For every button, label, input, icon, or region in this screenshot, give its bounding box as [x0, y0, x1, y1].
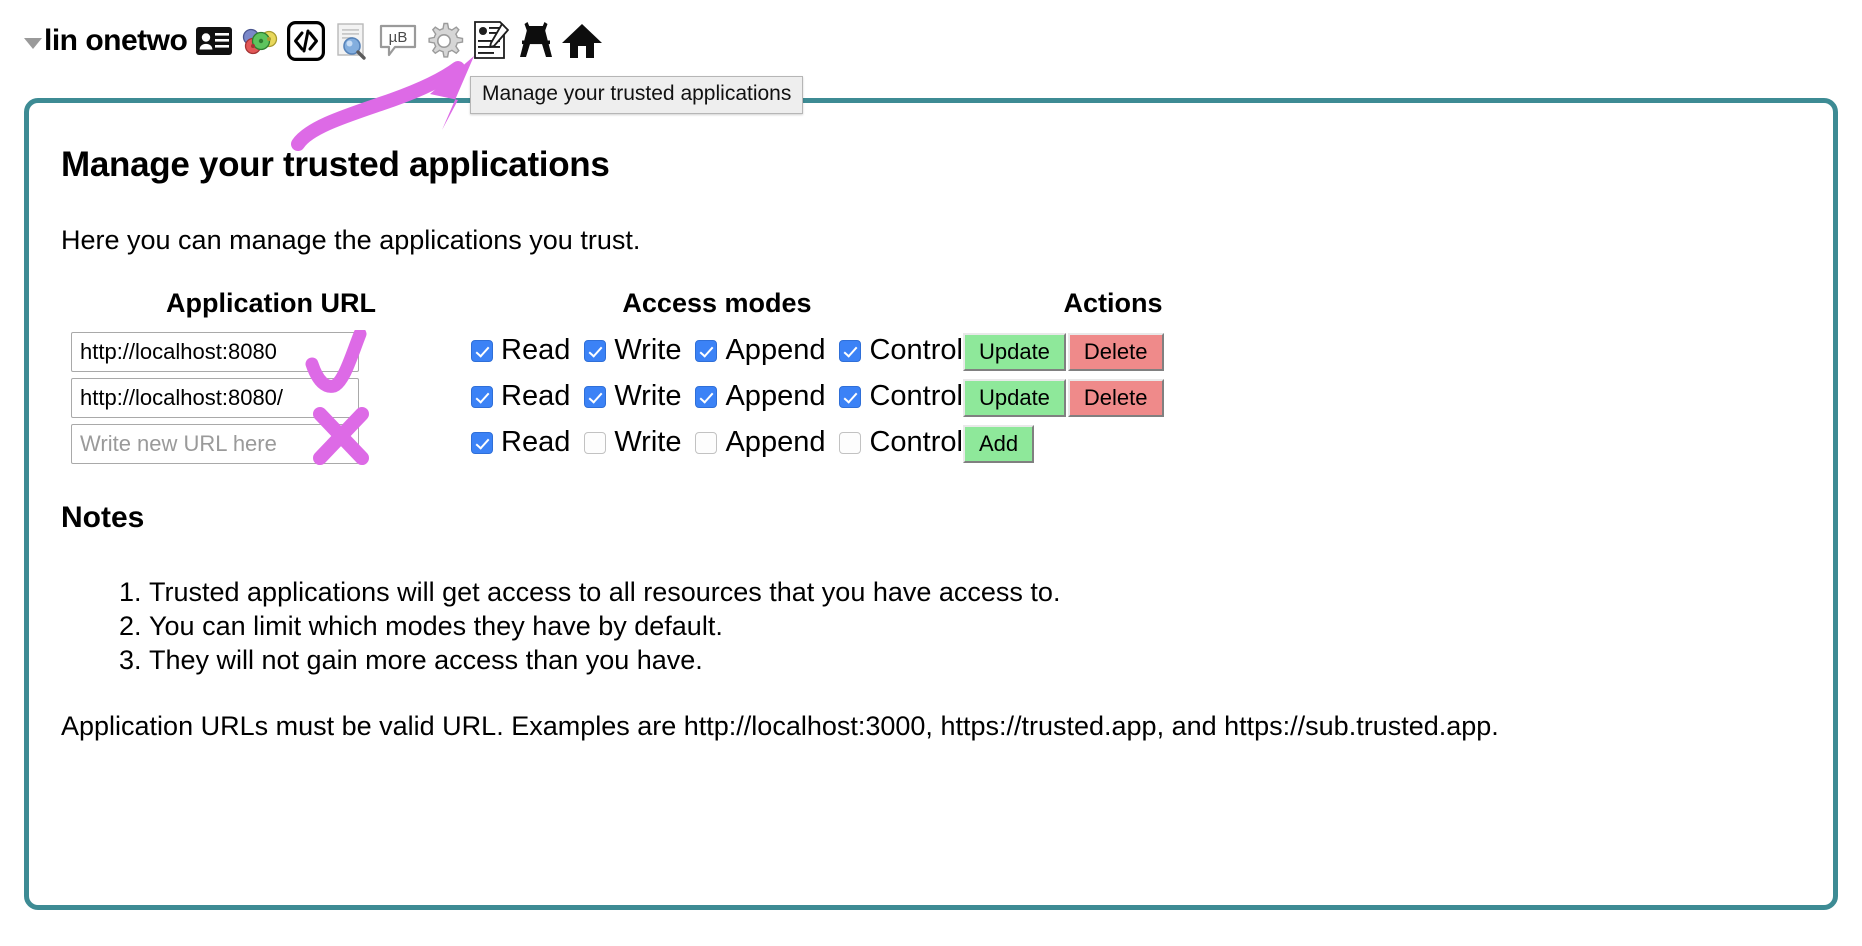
- checkbox-box-control-unchecked[interactable]: [839, 432, 862, 455]
- checkbox-read[interactable]: Read: [471, 333, 571, 366]
- cell-application-url: [71, 375, 471, 421]
- notes-list: Trusted applications will get access to …: [61, 577, 1803, 677]
- topbar: lin onetwo µB: [24, 10, 605, 72]
- header-application-url: Application URL: [166, 288, 376, 318]
- cell-application-url: [71, 421, 471, 467]
- checkbox-box-append-checked[interactable]: [695, 340, 718, 363]
- code-icon[interactable]: [283, 16, 329, 66]
- tooltip: Manage your trusted applications: [470, 76, 804, 114]
- checkbox-label: Read: [501, 333, 571, 366]
- add-button[interactable]: Add: [962, 424, 1035, 464]
- update-button[interactable]: Update: [962, 332, 1066, 372]
- cell-actions: Update Delete: [962, 329, 1263, 375]
- checkbox-label: Read: [501, 379, 571, 412]
- checkbox-label: Control: [869, 379, 963, 412]
- checkbox-box-append-unchecked[interactable]: [695, 432, 718, 455]
- checkbox-read[interactable]: Read: [471, 379, 571, 412]
- mb-chat-icon[interactable]: µB: [375, 16, 421, 66]
- intro-text: Here you can manage the applications you…: [61, 225, 641, 255]
- collapse-triangle-icon[interactable]: [24, 37, 42, 49]
- checkbox-write[interactable]: Write: [584, 379, 682, 412]
- checkbox-box-read-checked[interactable]: [471, 432, 493, 455]
- checkbox-read[interactable]: Read: [471, 425, 571, 458]
- table-row: Read Write Append ControlUpdateDelete: [71, 375, 1263, 421]
- cell-access-modes: Read Write Append Control: [471, 375, 963, 421]
- trusted-apps-icon[interactable]: [513, 16, 559, 66]
- document-search-icon[interactable]: [329, 16, 375, 66]
- cell-application-url: [71, 329, 471, 375]
- checkbox-box-append-checked[interactable]: [695, 386, 718, 409]
- url-input[interactable]: [71, 378, 359, 418]
- checkbox-label: Write: [614, 379, 682, 412]
- checkbox-label: Read: [501, 425, 571, 458]
- note-item: They will not gain more access than you …: [149, 645, 1803, 677]
- table-body: ReadWriteAppendControlUpdateDeleteReadWr…: [71, 329, 1263, 467]
- checkbox-box-read-checked[interactable]: [471, 386, 493, 409]
- checkbox-append[interactable]: Append: [695, 425, 826, 458]
- main-panel: Manage your trusted applications Here yo…: [24, 98, 1838, 910]
- delete-button[interactable]: Delete: [1067, 332, 1164, 372]
- checkbox-box-write-checked[interactable]: [584, 340, 607, 363]
- checkbox-label: Append: [725, 425, 826, 458]
- cell-access-modes: Read Write Append Control: [471, 421, 963, 467]
- contact-card-icon[interactable]: [191, 16, 237, 66]
- checkbox-box-control-checked[interactable]: [839, 386, 862, 409]
- table-row: Read Write Append ControlAdd: [71, 421, 1263, 467]
- checkbox-label: Append: [725, 379, 826, 412]
- notes-title: Notes: [61, 501, 145, 534]
- header-actions: Actions: [1063, 288, 1163, 318]
- notes-footnote: Application URLs must be valid URL. Exam…: [61, 710, 1499, 741]
- svg-text:µB: µB: [389, 29, 408, 46]
- checkbox-control[interactable]: Control: [839, 379, 963, 412]
- checkbox-label: Append: [725, 333, 826, 366]
- header-access-modes: Access modes: [622, 288, 812, 318]
- delete-button[interactable]: Delete: [1067, 378, 1164, 418]
- checkbox-label: Control: [869, 425, 963, 458]
- update-button[interactable]: Update: [962, 378, 1066, 418]
- table-header-row: Application URL Access modes Actions: [71, 288, 1263, 329]
- checkbox-box-write-unchecked[interactable]: [584, 432, 607, 455]
- checkbox-box-write-checked[interactable]: [584, 386, 607, 409]
- checkbox-control[interactable]: Control: [839, 333, 963, 366]
- checkbox-append[interactable]: Append: [695, 379, 826, 412]
- page-title: Manage your trusted applications: [61, 145, 610, 184]
- checkbox-label: Write: [614, 425, 682, 458]
- checkbox-label: Write: [614, 333, 682, 366]
- app-root: lin onetwo µB Manage your trusted applic…: [0, 0, 1862, 946]
- checkbox-box-control-checked[interactable]: [839, 340, 862, 363]
- url-input[interactable]: [71, 332, 359, 372]
- checkbox-box-read-checked[interactable]: [471, 340, 493, 363]
- color-palette-icon[interactable]: [237, 16, 283, 66]
- gear-icon[interactable]: [421, 16, 467, 66]
- new-url-input[interactable]: [71, 424, 359, 464]
- edit-profile-icon[interactable]: [467, 16, 513, 66]
- home-icon[interactable]: [559, 16, 605, 66]
- trusted-apps-table: Application URL Access modes Actions Rea…: [71, 288, 1263, 467]
- user-name-label: lin onetwo: [44, 24, 188, 57]
- note-item: You can limit which modes they have by d…: [149, 611, 1803, 643]
- checkbox-write[interactable]: Write: [584, 425, 682, 458]
- cell-actions: Add: [962, 421, 1263, 467]
- note-item: Trusted applications will get access to …: [149, 577, 1803, 609]
- cell-access-modes: Read Write Append Control: [471, 329, 963, 375]
- checkbox-label: Control: [869, 333, 963, 366]
- checkbox-write[interactable]: Write: [584, 333, 682, 366]
- checkbox-append[interactable]: Append: [695, 333, 826, 366]
- checkbox-control[interactable]: Control: [839, 425, 963, 458]
- table-row: Read Write Append ControlUpdateDelete: [71, 329, 1263, 375]
- cell-actions: Update Delete: [962, 375, 1263, 421]
